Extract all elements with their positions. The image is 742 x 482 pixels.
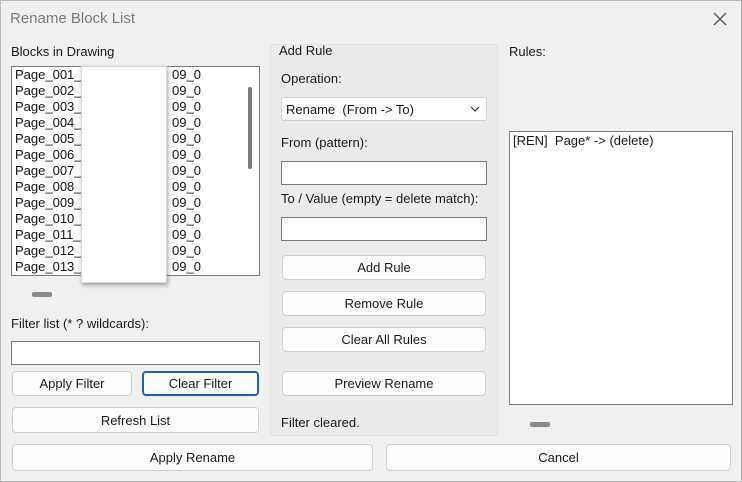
cancel-button[interactable]: Cancel: [386, 444, 731, 471]
add-rule-button[interactable]: Add Rule: [282, 255, 486, 280]
list-item[interactable]: Page_007_: [15, 163, 82, 179]
list-item-suffix: 09_0: [172, 83, 201, 98]
horizontal-scrollbar[interactable]: [11, 285, 260, 303]
list-item-suffix: 09_0: [172, 115, 201, 130]
to-value-input[interactable]: [281, 217, 487, 241]
operation-label: Operation:: [281, 71, 342, 86]
rules-heading: Rules:: [509, 44, 546, 59]
list-item-suffix: 09_0: [172, 67, 201, 82]
vertical-scrollbar[interactable]: [244, 67, 259, 275]
list-item[interactable]: Page_006_: [15, 147, 82, 163]
status-text: Filter cleared.: [281, 415, 360, 430]
window-title: Rename Block List: [10, 10, 136, 27]
rules-horizontal-scrollbar[interactable]: [509, 415, 733, 433]
refresh-list-button[interactable]: Refresh List: [12, 407, 259, 433]
apply-rename-button[interactable]: Apply Rename: [12, 444, 373, 471]
list-item[interactable]: Page_001_: [15, 67, 82, 83]
list-item-suffix: 09_0: [172, 131, 201, 146]
from-label: From (pattern):: [281, 135, 368, 150]
list-item[interactable]: Page_010_: [15, 211, 82, 227]
add-rule-group-title: Add Rule: [279, 43, 333, 58]
clear-filter-button[interactable]: Clear Filter: [142, 371, 259, 396]
operation-select-value: Rename (From -> To): [286, 102, 414, 117]
scrollbar-thumb[interactable]: [248, 87, 252, 169]
popup-overlay: [81, 66, 167, 283]
list-item[interactable]: Page_013_: [15, 259, 82, 275]
rule-item[interactable]: [REN] Page* -> (delete): [513, 133, 654, 148]
close-button[interactable]: [708, 8, 732, 30]
list-item-suffix: 09_0: [172, 179, 201, 194]
list-item-suffix: 09_0: [172, 163, 201, 178]
list-item[interactable]: Page_004_: [15, 115, 82, 131]
chevron-down-icon: [470, 106, 480, 112]
operation-select[interactable]: Rename (From -> To): [281, 97, 487, 121]
preview-rename-button[interactable]: Preview Rename: [282, 371, 486, 396]
apply-filter-button[interactable]: Apply Filter: [12, 371, 132, 396]
remove-rule-button[interactable]: Remove Rule: [282, 291, 486, 316]
list-item-suffix: 09_0: [172, 195, 201, 210]
list-item-suffix: 09_0: [172, 147, 201, 162]
list-item[interactable]: Page_009_: [15, 195, 82, 211]
to-label: To / Value (empty = delete match):: [281, 191, 479, 206]
close-icon: [713, 12, 727, 26]
list-item[interactable]: Page_012_: [15, 243, 82, 259]
filter-input[interactable]: [11, 341, 260, 365]
list-item[interactable]: Page_005_: [15, 131, 82, 147]
list-item-suffix: 09_0: [172, 243, 201, 258]
from-pattern-input[interactable]: [281, 161, 487, 185]
list-item-suffix: 09_0: [172, 227, 201, 242]
clear-all-rules-button[interactable]: Clear All Rules: [282, 327, 486, 352]
list-item[interactable]: Page_003_: [15, 99, 82, 115]
list-item-suffix: 09_0: [172, 259, 201, 274]
list-item[interactable]: Page_008_: [15, 179, 82, 195]
list-item[interactable]: Page_002_: [15, 83, 82, 99]
list-item-suffix: 09_0: [172, 211, 201, 226]
rules-scrollbar-thumb[interactable]: [530, 422, 550, 427]
list-item-suffix: 09_0: [172, 99, 201, 114]
rules-listbox[interactable]: [REN] Page* -> (delete): [509, 131, 733, 405]
horizontal-scrollbar-thumb[interactable]: [32, 292, 52, 297]
title-bar: Rename Block List: [0, 0, 742, 38]
filter-label: Filter list (* ? wildcards):: [11, 316, 149, 331]
list-item[interactable]: Page_011_: [15, 227, 81, 243]
blocks-heading: Blocks in Drawing: [11, 44, 115, 59]
